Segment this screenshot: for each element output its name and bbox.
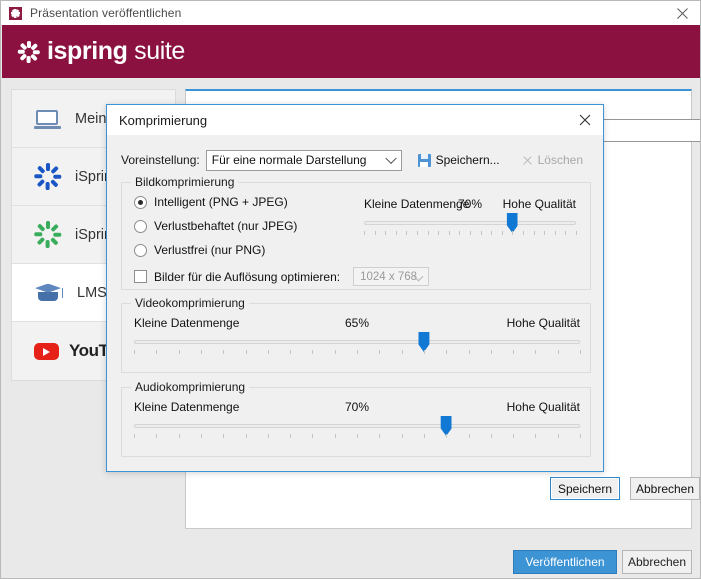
radio-label: Verlustfrei (nur PNG) — [154, 243, 266, 257]
ispring-burst-green-icon — [34, 221, 62, 249]
delete-preset-label: Löschen — [537, 153, 583, 167]
resolution-select-value: 1024 x 768 — [360, 270, 418, 283]
radio-intelligent[interactable]: Intelligent (PNG + JPEG) — [134, 195, 288, 209]
radio-indicator — [134, 195, 147, 209]
image-slider-track[interactable] — [364, 221, 576, 225]
preset-select-value: Für eine normale Darstellung — [211, 153, 367, 167]
audio-slider-min-label: Kleine Datenmenge — [134, 400, 240, 414]
brand-name-bold: ispring — [47, 37, 128, 65]
dialog-close-icon[interactable] — [573, 109, 597, 131]
cancel-button[interactable]: Abbrechen — [622, 550, 692, 574]
audio-compression-title: Audiokomprimierung — [131, 380, 250, 394]
floppy-disk-icon — [417, 153, 431, 167]
video-slider-track[interactable] — [134, 340, 580, 344]
optimize-resolution-row[interactable]: Bilder für die Auflösung optimieren: 102… — [134, 267, 430, 286]
video-slider-ticks — [134, 350, 581, 356]
preset-row: Voreinstellung: Für eine normale Darstel… — [121, 149, 591, 171]
window-footer: Veröffentlichen Abbrechen — [2, 542, 700, 578]
audio-slider-ticks — [134, 434, 581, 440]
window-titlebar: Präsentation veröffentlichen — [1, 1, 700, 25]
image-slider-min-label: Kleine Datenmenge — [364, 197, 470, 211]
delete-preset-button: Löschen — [514, 149, 591, 171]
image-slider-max-label: Hohe Qualität — [502, 197, 576, 211]
image-slider-ticks — [364, 231, 577, 237]
youtube-icon — [34, 340, 64, 362]
brand-header: ispring suite — [2, 25, 700, 78]
compression-dialog: Komprimierung Voreinstellung: Für eine n… — [106, 104, 700, 500]
save-preset-label: Speichern... — [435, 153, 500, 167]
audio-slider-max-label: Hohe Qualität — [506, 400, 580, 414]
image-compression-title: Bildkomprimierung — [131, 175, 239, 189]
image-quality-slider[interactable]: Kleine Datenmenge 70% Hohe Qualität — [364, 197, 577, 235]
radio-lossless-png[interactable]: Verlustfrei (nur PNG) — [134, 243, 265, 257]
audio-quality-slider[interactable]: Kleine Datenmenge 70% Hohe Qualität — [134, 400, 581, 438]
ispring-burst-blue-icon — [34, 163, 62, 191]
brand-name-light: suite — [127, 37, 185, 65]
radio-label: Verlustbehaftet (nur JPEG) — [154, 219, 298, 233]
radio-lossy-jpeg[interactable]: Verlustbehaftet (nur JPEG) — [134, 219, 297, 233]
video-slider-labels: Kleine Datenmenge 65% Hohe Qualität — [134, 316, 580, 331]
video-compression-group: Videokomprimierung Kleine Datenmenge 65%… — [121, 296, 591, 373]
audio-slider-labels: Kleine Datenmenge 70% Hohe Qualität — [134, 400, 580, 415]
sidebar-item-label: LMS — [77, 284, 107, 301]
video-slider-thumb[interactable] — [418, 332, 430, 352]
optimize-resolution-label: Bilder für die Auflösung optimieren: — [154, 269, 341, 284]
brand-title: ispring suite — [47, 37, 185, 66]
radio-indicator — [134, 243, 147, 257]
save-preset-button[interactable]: Speichern... — [410, 149, 508, 171]
monitor-icon — [34, 109, 62, 129]
chevron-down-icon — [384, 152, 397, 165]
preset-select[interactable]: Für eine normale Darstellung — [205, 149, 402, 171]
dialog-cancel-button[interactable]: Abbrechen — [630, 477, 700, 500]
dialog-save-button[interactable]: Speichern — [550, 477, 620, 500]
graduation-cap-icon — [34, 281, 64, 305]
radio-indicator — [134, 219, 147, 233]
ispring-burst-logo-icon — [17, 40, 40, 63]
ispring-app-icon — [9, 6, 22, 20]
audio-compression-group: Audiokomprimierung Kleine Datenmenge 70%… — [121, 380, 591, 457]
video-slider-max-label: Hohe Qualität — [506, 316, 580, 330]
x-icon — [522, 155, 533, 166]
audio-slider-track[interactable] — [134, 424, 580, 428]
dialog-body: Voreinstellung: Für eine normale Darstel… — [107, 135, 700, 500]
radio-label: Intelligent (PNG + JPEG) — [154, 195, 288, 209]
image-slider-labels: Kleine Datenmenge 70% Hohe Qualität — [364, 197, 576, 212]
window-title: Präsentation veröffentlichen — [30, 6, 182, 20]
publish-window: Präsentation veröffentlichen ispring sui… — [0, 0, 701, 579]
video-slider-value-label: 65% — [344, 316, 370, 330]
video-slider-min-label: Kleine Datenmenge — [134, 316, 240, 330]
audio-slider-thumb[interactable] — [440, 416, 452, 436]
resolution-select: 1024 x 768 — [353, 267, 430, 286]
publish-button[interactable]: Veröffentlichen — [513, 550, 617, 574]
video-compression-title: Videokomprimierung — [131, 296, 249, 310]
image-compression-group: Bildkomprimierung Intelligent (PNG + JPE… — [121, 175, 591, 290]
window-close-icon[interactable] — [662, 1, 700, 25]
image-slider-thumb[interactable] — [506, 213, 518, 233]
image-slider-value-label: 70% — [457, 197, 483, 211]
video-quality-slider[interactable]: Kleine Datenmenge 65% Hohe Qualität — [134, 316, 581, 354]
dialog-titlebar: Komprimierung — [107, 105, 603, 135]
audio-slider-value-label: 70% — [344, 400, 370, 414]
preset-label: Voreinstellung: — [121, 153, 200, 167]
optimize-resolution-checkbox[interactable] — [134, 270, 147, 283]
dialog-title: Komprimierung — [119, 112, 208, 128]
